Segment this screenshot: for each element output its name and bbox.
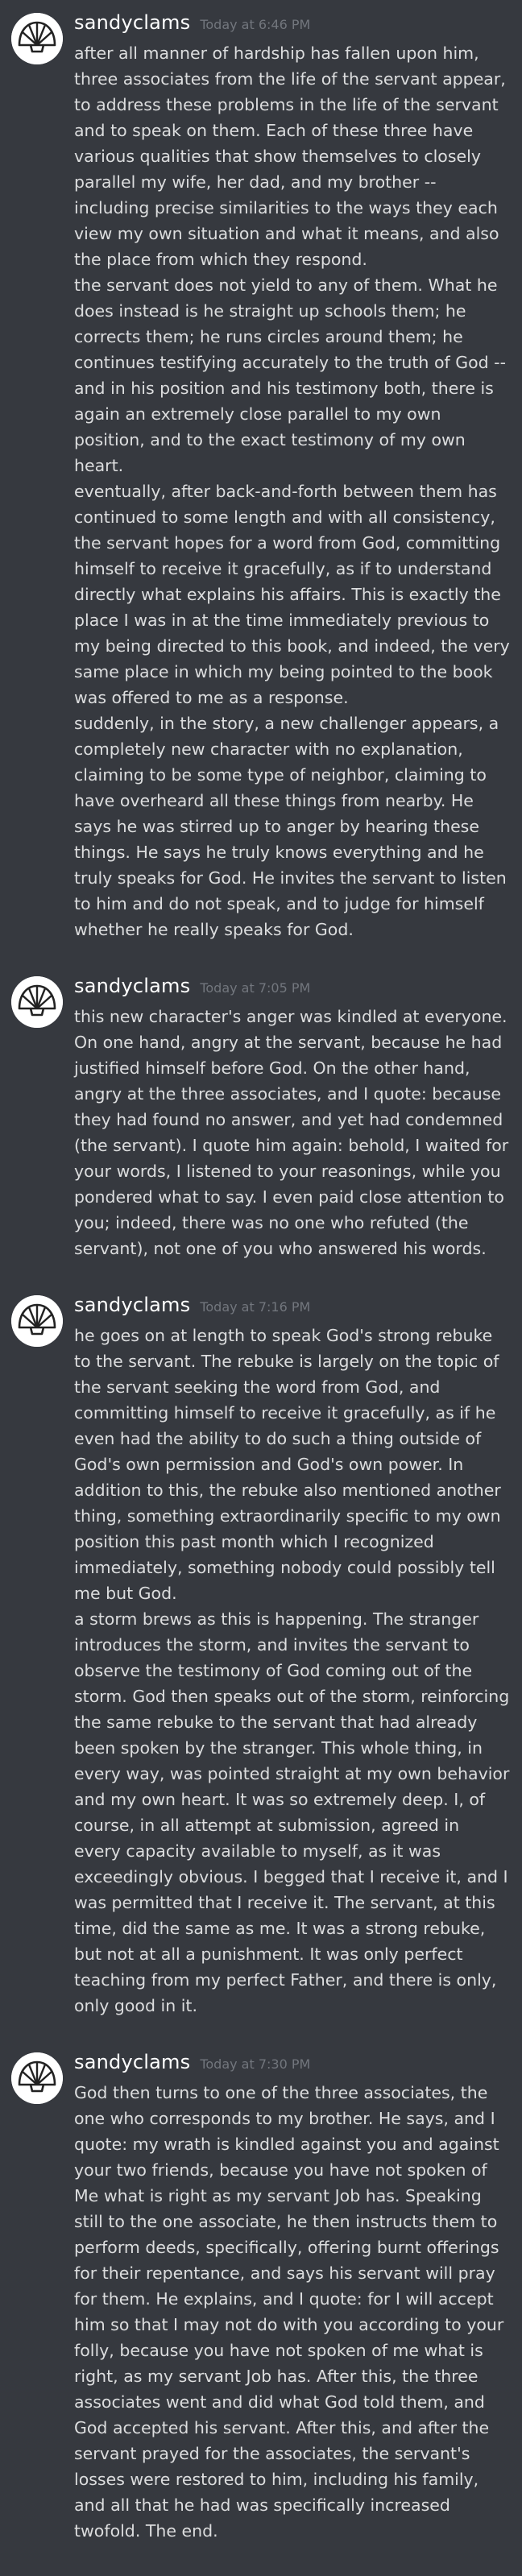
avatar[interactable] <box>11 1295 63 1347</box>
seashell-icon <box>11 1295 63 1347</box>
username[interactable]: sandyclams <box>74 2051 190 2073</box>
username[interactable]: sandyclams <box>74 975 190 997</box>
timestamp[interactable]: Today at 7:05 PM <box>200 980 310 996</box>
message-group: sandyclams Today at 7:30 PM God then tur… <box>0 2051 522 2544</box>
timestamp[interactable]: Today at 6:46 PM <box>200 17 310 32</box>
message-header: sandyclams Today at 6:46 PM <box>74 11 511 40</box>
message-text: after all manner of hardship has fallen … <box>74 43 506 269</box>
message-text: eventually, after back-and-forth between… <box>74 482 510 707</box>
username[interactable]: sandyclams <box>74 1294 190 1316</box>
avatar[interactable] <box>11 976 63 1028</box>
username[interactable]: sandyclams <box>74 11 190 34</box>
message-text: suddenly, in the story, a new challenger… <box>74 714 507 939</box>
message-text: the servant does not yield to any of the… <box>74 275 506 475</box>
message-header: sandyclams Today at 7:05 PM <box>74 975 511 1004</box>
message-group: sandyclams Today at 6:46 PM after all ma… <box>0 11 522 942</box>
message-feed: sandyclams Today at 6:46 PM after all ma… <box>0 0 522 2544</box>
seashell-icon <box>11 976 63 1028</box>
message-group: sandyclams Today at 7:05 PM this new cha… <box>0 975 522 1261</box>
message-text: this new character's anger was kindled a… <box>74 1007 509 1258</box>
message-group: sandyclams Today at 7:16 PM he goes on a… <box>0 1294 522 2019</box>
message-text: God then turns to one of the three assoc… <box>74 2083 504 2541</box>
timestamp[interactable]: Today at 7:30 PM <box>200 2056 310 2072</box>
message-header: sandyclams Today at 7:30 PM <box>74 2051 511 2080</box>
seashell-icon <box>11 2052 63 2104</box>
message-text: a storm brews as this is happening. The … <box>74 1609 510 2015</box>
message-text: he goes on at length to speak God's stro… <box>74 1326 501 1603</box>
avatar[interactable] <box>11 13 63 64</box>
avatar[interactable] <box>11 2052 63 2104</box>
message-header: sandyclams Today at 7:16 PM <box>74 1294 511 1323</box>
seashell-icon <box>11 13 63 64</box>
timestamp[interactable]: Today at 7:16 PM <box>200 1299 310 1315</box>
